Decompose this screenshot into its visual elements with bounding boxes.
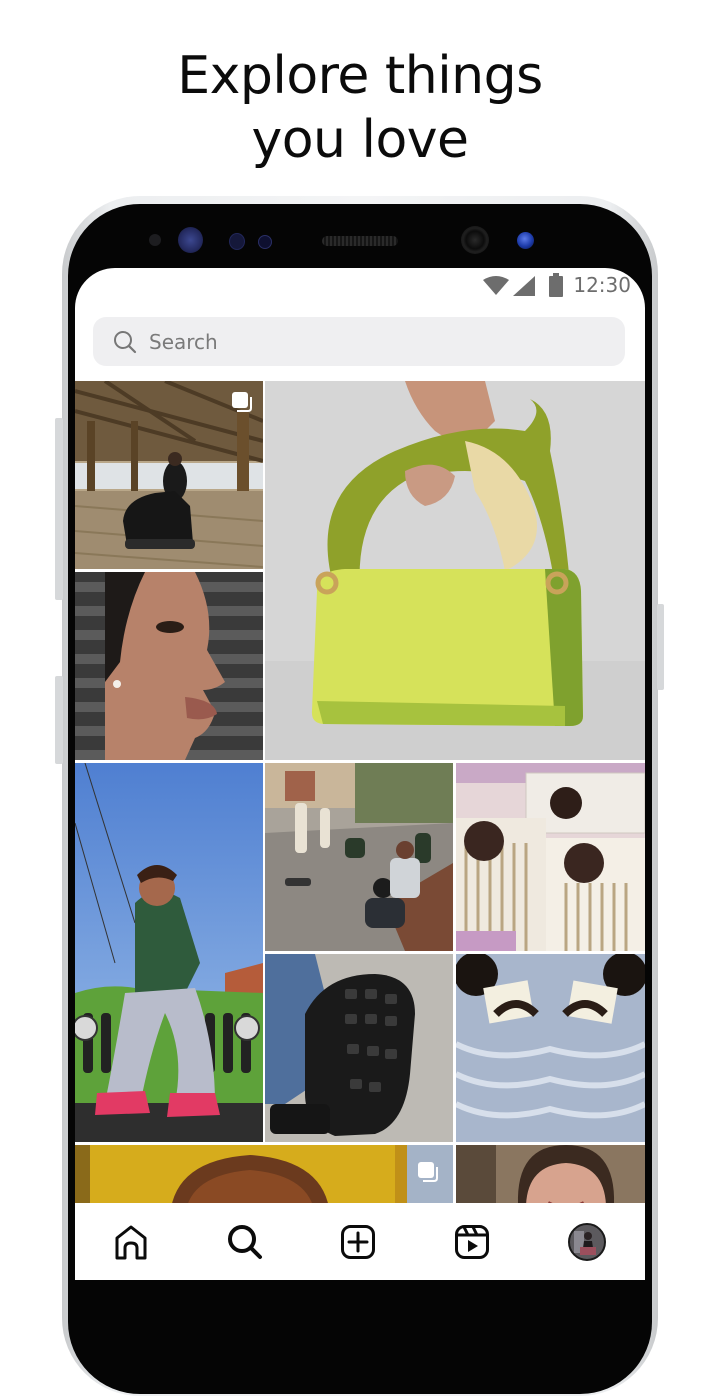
earpiece-speaker-icon bbox=[322, 236, 398, 246]
reels-icon bbox=[455, 1225, 489, 1259]
phone-volume-down-button bbox=[55, 676, 63, 764]
phone-power-button bbox=[657, 604, 664, 690]
home-icon bbox=[115, 1225, 147, 1260]
tile-striped-shirt-collage[interactable] bbox=[456, 763, 645, 951]
tile-man-on-jeep[interactable] bbox=[75, 763, 263, 1142]
tile-image bbox=[265, 381, 645, 760]
battery-icon bbox=[549, 273, 563, 297]
phone-volume-up-button bbox=[55, 418, 63, 600]
nav-home-button[interactable] bbox=[106, 1217, 156, 1267]
tile-mirrored-reading[interactable] bbox=[456, 954, 645, 1142]
tile-image bbox=[265, 763, 453, 951]
tile-skatepark-group[interactable] bbox=[265, 763, 453, 951]
tile-image bbox=[75, 572, 263, 760]
tile-image bbox=[265, 954, 453, 1142]
tile-image bbox=[456, 763, 645, 951]
search-icon bbox=[228, 1225, 262, 1259]
tile-image bbox=[456, 954, 645, 1142]
search-icon bbox=[114, 330, 137, 353]
proximity-sensor-icon bbox=[149, 234, 161, 246]
tile-face-profile[interactable] bbox=[75, 572, 263, 760]
tile-image bbox=[75, 763, 263, 1142]
headline-line-2: you love bbox=[251, 110, 469, 170]
phone-screen: 12:30 bbox=[75, 268, 645, 1280]
status-time: 12:30 bbox=[573, 273, 631, 297]
nav-create-button[interactable] bbox=[333, 1217, 383, 1267]
iris-scanner-icon bbox=[178, 227, 203, 253]
multiple-photos-icon bbox=[418, 1162, 438, 1182]
nav-profile-button[interactable] bbox=[562, 1217, 612, 1267]
tile-banana-bag[interactable] bbox=[265, 381, 645, 760]
sensor-dot-icon bbox=[258, 235, 272, 249]
tile-skate-shoes-pier[interactable] bbox=[75, 381, 263, 569]
status-bar: 12:30 bbox=[75, 268, 645, 304]
sensor-dot-icon bbox=[229, 233, 245, 250]
tile-chunky-boot[interactable] bbox=[265, 954, 453, 1142]
search-bar[interactable] bbox=[93, 317, 625, 366]
wifi-icon bbox=[483, 276, 509, 295]
avatar bbox=[568, 1223, 606, 1261]
headline-line-1: Explore things bbox=[177, 46, 543, 106]
search-input[interactable] bbox=[149, 329, 589, 354]
cellular-signal-icon bbox=[513, 276, 535, 296]
plus-square-icon bbox=[341, 1225, 375, 1259]
nav-search-button[interactable] bbox=[220, 1217, 270, 1267]
nav-reels-button[interactable] bbox=[447, 1217, 497, 1267]
front-camera-icon bbox=[461, 226, 489, 254]
marketing-headline: Explore things you love bbox=[0, 44, 720, 172]
camera-sensor-icon bbox=[517, 232, 534, 249]
bottom-navigation-bar bbox=[75, 1203, 645, 1280]
multiple-photos-icon bbox=[232, 392, 252, 412]
